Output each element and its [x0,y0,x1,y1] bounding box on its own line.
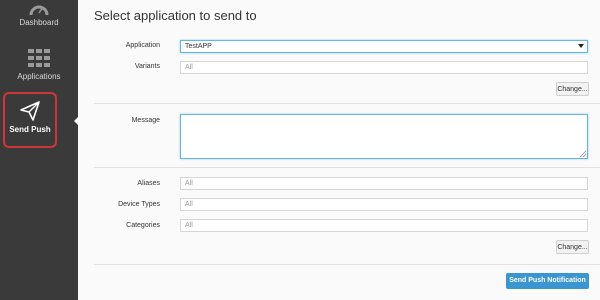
sidebar-item-label: Send Push [9,125,51,134]
message-textarea[interactable] [180,114,588,159]
divider [94,103,600,104]
send-push-notification-button[interactable]: Send Push Notification [506,273,589,289]
divider [94,167,600,168]
application-value: TestAPP [185,43,212,50]
device-types-field[interactable]: All [180,198,588,211]
divider [94,264,600,265]
dashboard-icon [29,5,49,16]
grid-icon [28,49,50,67]
aliases-label: Aliases [137,180,160,187]
sidebar-item-applications[interactable]: Applications [0,48,78,88]
application-label: Application [125,42,160,49]
change-filters-button[interactable]: Change... [556,240,589,254]
device-types-label: Device Types [118,201,160,208]
variants-field[interactable]: All [180,61,588,74]
resize-grip-icon[interactable] [580,151,586,157]
variants-label: Variants [134,63,160,70]
categories-label: Categories [126,222,160,229]
main-content: Select application to send to Applicatio… [78,0,600,300]
categories-field[interactable]: All [180,219,588,232]
chevron-down-icon [578,44,584,48]
sidebar-item-dashboard[interactable]: Dashboard [0,0,78,38]
change-variants-button[interactable]: Change... [556,82,589,96]
sidebar-item-send-push[interactable]: Send Push [3,92,57,148]
paper-plane-icon [20,101,40,121]
sidebar-item-label: Dashboard [19,18,59,27]
page-title: Select application to send to [94,8,257,23]
sidebar-item-label: Applications [17,72,61,81]
sidebar: Dashboard Applications Send Push [0,0,78,300]
application-select[interactable]: TestAPP [180,40,588,53]
aliases-field[interactable]: All [180,177,588,190]
message-label: Message [131,117,160,124]
